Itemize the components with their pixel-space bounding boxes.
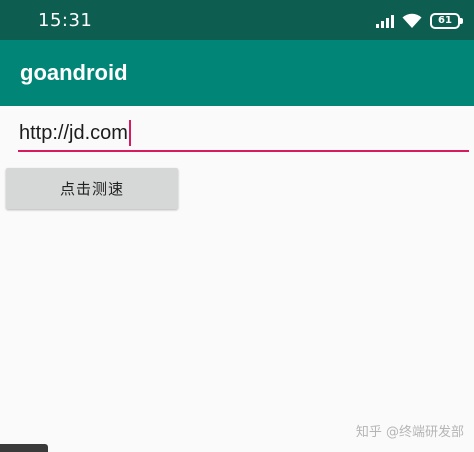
battery-icon: 61 [430,13,463,29]
status-time: 15:31 [38,10,93,31]
app-bar: goandroid [0,40,474,106]
url-input-text: http://jd.com [19,122,128,144]
text-cursor [128,120,131,146]
nav-handle [0,444,48,452]
signal-icon [376,14,394,28]
status-icons: 61 [376,10,463,32]
speed-test-button[interactable]: 点击测速 [6,168,178,209]
url-input-value: http://jd.com [19,120,131,146]
watermark: 知乎 @终端研发部 [355,425,464,440]
battery-level: 61 [438,15,452,26]
status-bar: 15:31 61 [0,0,474,40]
app-title: goandroid [20,60,128,85]
url-input[interactable]: http://jd.com [18,115,469,152]
wifi-icon [402,13,422,29]
